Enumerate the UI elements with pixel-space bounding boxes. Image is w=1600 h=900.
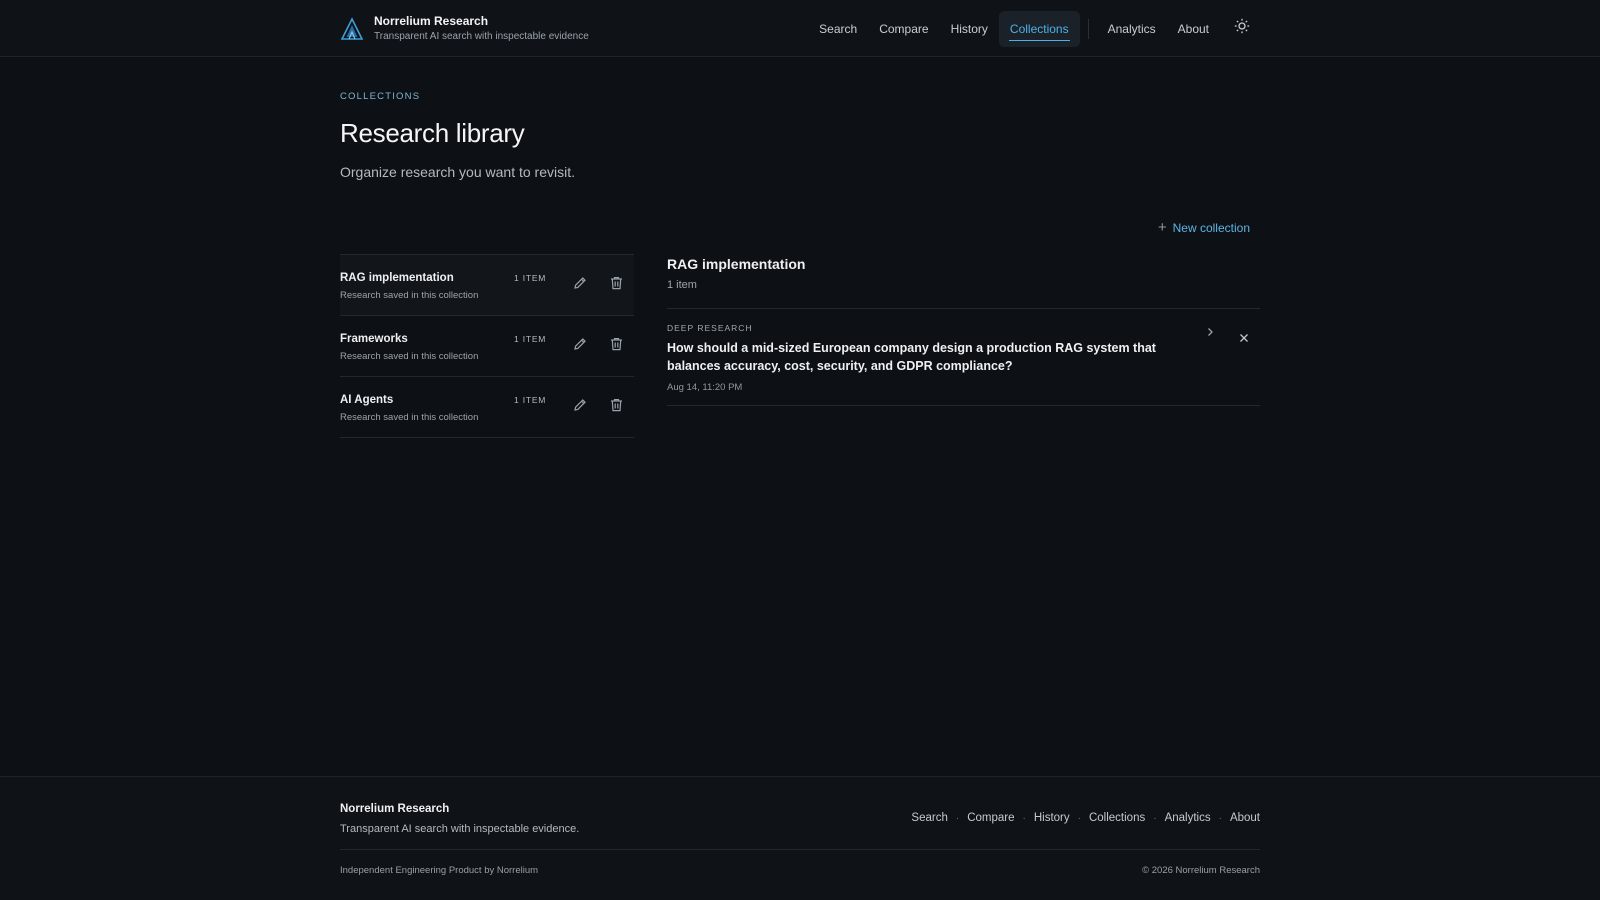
footer-link-collections[interactable]: Collections <box>1089 812 1145 824</box>
collection-description: Research saved in this collection <box>340 289 479 301</box>
new-collection-button[interactable]: + New collection <box>1158 218 1260 238</box>
nav-analytics[interactable]: Analytics <box>1097 11 1167 47</box>
footer-link-about[interactable]: About <box>1230 812 1260 824</box>
collection-description: Research saved in this collection <box>340 411 479 423</box>
footer-link-search[interactable]: Search <box>911 812 947 824</box>
delete-collection-button[interactable] <box>598 389 634 425</box>
page-title: Research library <box>340 118 525 148</box>
page-content: COLLECTIONS Research library Organize re… <box>340 91 1260 438</box>
collection-count: 1 ITEM <box>514 334 547 344</box>
pencil-icon <box>573 276 587 295</box>
delete-collection-button[interactable] <box>598 328 634 364</box>
nav-history[interactable]: History <box>940 11 999 47</box>
footer-separator: · <box>1077 812 1081 824</box>
plus-icon: + <box>1157 219 1167 236</box>
nav-compare[interactable]: Compare <box>868 11 939 47</box>
brand-name: Norrelium Research <box>374 13 489 28</box>
item-type-badge: DEEP RESEARCH <box>667 323 753 333</box>
collection-name: AI Agents <box>340 393 394 406</box>
nav-search[interactable]: Search <box>808 11 868 47</box>
edit-collection-button[interactable] <box>562 328 598 364</box>
page-subtitle: Organize research you want to revisit. <box>340 164 575 180</box>
collections-list: RAG implementation Research saved in thi… <box>340 254 634 438</box>
brand-tagline: Transparent AI search with inspectable e… <box>374 30 589 42</box>
trash-icon <box>610 276 623 295</box>
collection-row-rag-implementation[interactable]: RAG implementation Research saved in thi… <box>340 255 634 316</box>
norrelium-logo-icon <box>340 16 364 41</box>
close-icon <box>1239 330 1249 348</box>
footer-separator: · <box>1022 812 1026 824</box>
page-footer: Norrelium Research Transparent AI search… <box>0 776 1600 900</box>
collection-count: 1 ITEM <box>514 395 547 405</box>
nav-about[interactable]: About <box>1167 11 1220 47</box>
footer-separator: · <box>955 812 960 824</box>
delete-collection-button[interactable] <box>598 267 634 303</box>
nav-collections[interactable]: Collections <box>998 10 1080 47</box>
nav-divider <box>1087 18 1089 39</box>
remove-item-button[interactable] <box>1234 329 1254 349</box>
footer-separator: · <box>1218 812 1222 824</box>
collection-detail: RAG implementation 1 item DEEP RESEARCH … <box>667 254 1260 438</box>
collection-row-frameworks[interactable]: Frameworks Research saved in this collec… <box>340 316 634 377</box>
top-header: Norrelium Research Transparent AI search… <box>0 0 1600 57</box>
footer-separator: · <box>1153 812 1157 824</box>
new-collection-label: New collection <box>1172 221 1250 235</box>
pencil-icon <box>573 337 587 356</box>
footer-copyright: © 2026 Norrelium Research <box>1142 865 1260 876</box>
saved-research-item[interactable]: DEEP RESEARCH How should a mid-sized Eur… <box>667 309 1260 406</box>
detail-title: RAG implementation <box>667 256 806 272</box>
sun-icon <box>1234 18 1250 39</box>
collection-count: 1 ITEM <box>514 273 547 283</box>
open-item-button[interactable] <box>1200 323 1220 343</box>
collection-name: RAG implementation <box>340 271 454 284</box>
item-title[interactable]: How should a mid-sized European company … <box>667 339 1197 375</box>
edit-collection-button[interactable] <box>562 267 598 303</box>
theme-toggle-button[interactable] <box>1224 11 1260 47</box>
footer-tagline: Transparent AI search with inspectable e… <box>340 823 580 835</box>
item-timestamp: Aug 14, 11:20 PM <box>667 382 743 393</box>
footer-brand-name: Norrelium Research <box>340 803 450 815</box>
footer-credit: Independent Engineering Product by Norre… <box>340 865 539 876</box>
main-nav: Search Compare History Collections Analy… <box>808 0 1260 57</box>
edit-collection-button[interactable] <box>562 389 598 425</box>
collections-toolbar: + New collection <box>340 218 1260 238</box>
detail-item-count: 1 item <box>667 279 697 291</box>
page-eyebrow: COLLECTIONS <box>340 91 421 102</box>
chevron-right-icon <box>1205 324 1215 342</box>
collections-layout: RAG implementation Research saved in thi… <box>340 254 1260 438</box>
brand[interactable]: Norrelium Research Transparent AI search… <box>340 14 589 44</box>
trash-icon <box>610 337 623 356</box>
trash-icon <box>610 398 623 417</box>
collection-description: Research saved in this collection <box>340 350 479 362</box>
footer-link-history[interactable]: History <box>1034 812 1070 824</box>
footer-link-analytics[interactable]: Analytics <box>1165 812 1211 824</box>
pencil-icon <box>573 398 587 417</box>
footer-link-compare[interactable]: Compare <box>967 812 1014 824</box>
collection-name: Frameworks <box>340 332 408 345</box>
footer-nav: Search · Compare · History · Collections… <box>911 810 1260 826</box>
collection-row-ai-agents[interactable]: AI Agents Research saved in this collect… <box>340 377 634 438</box>
